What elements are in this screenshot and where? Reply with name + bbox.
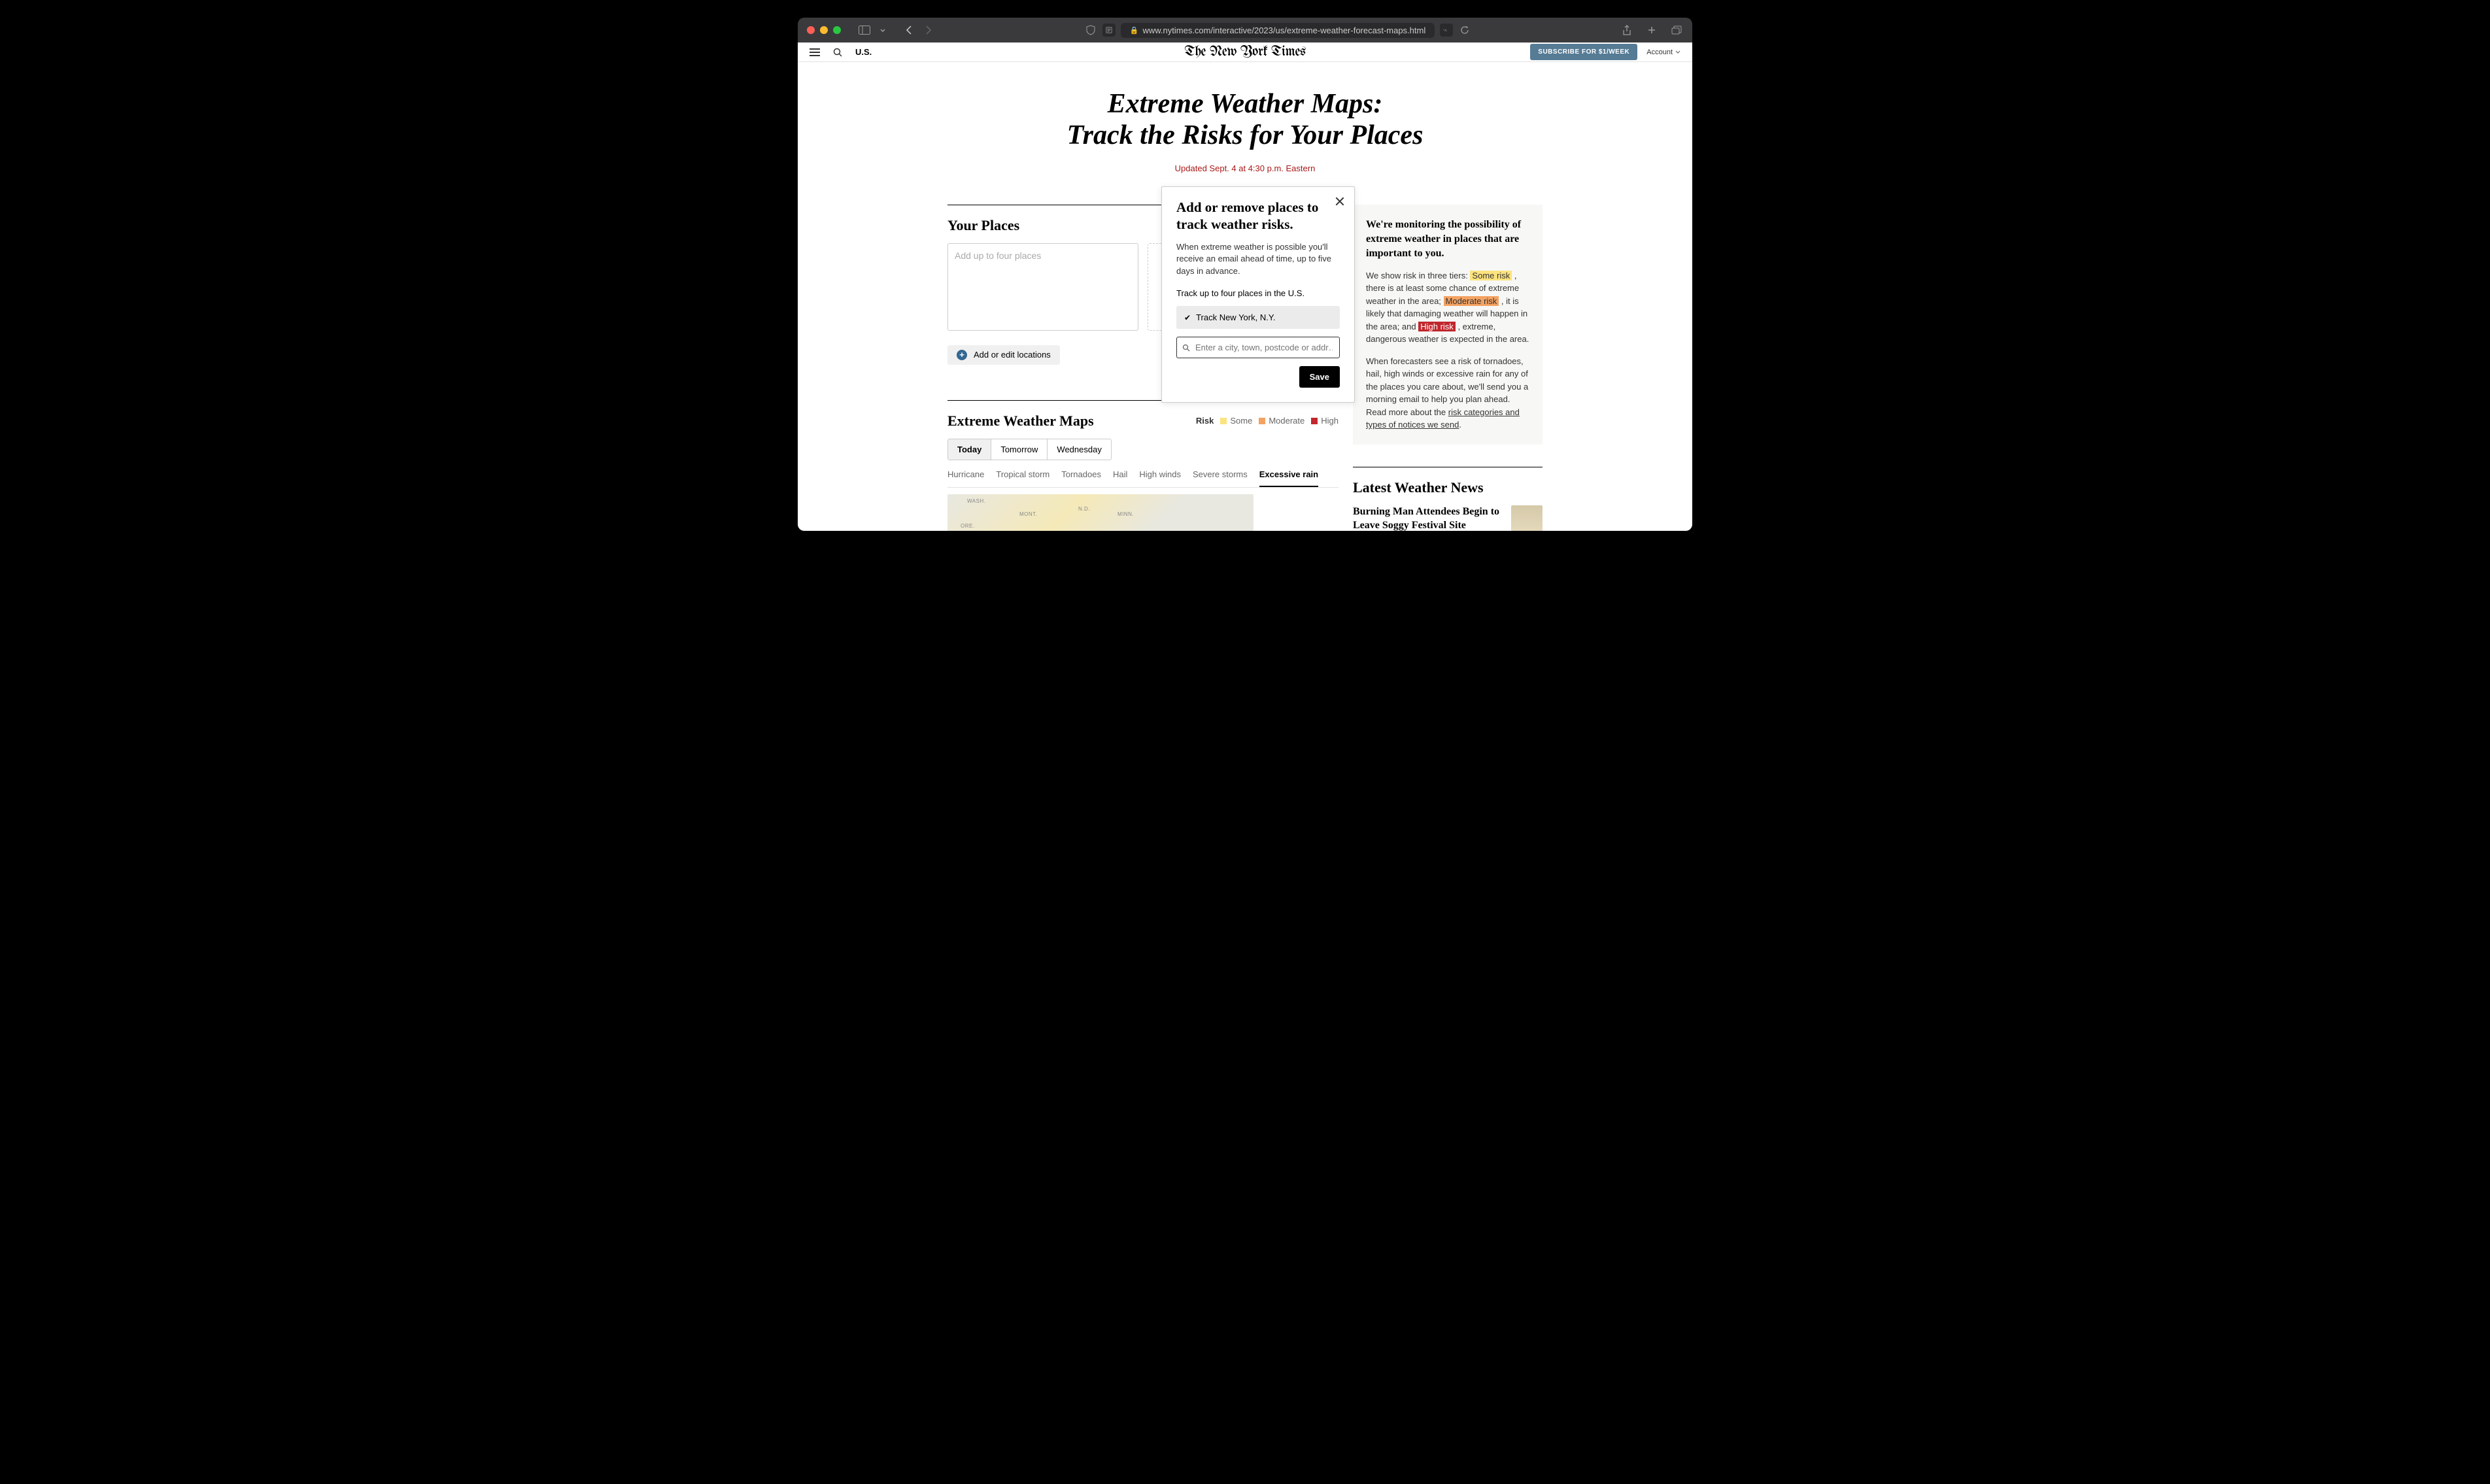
checkmark-icon: ✔	[1184, 313, 1191, 322]
info-title: We're monitoring the possibility of extr…	[1366, 218, 1529, 261]
window-minimize-button[interactable]	[820, 26, 828, 34]
lock-icon: 🔒	[1130, 26, 1139, 35]
day-tab-tomorrow[interactable]: Tomorrow	[991, 439, 1048, 460]
reload-icon[interactable]	[1458, 24, 1471, 37]
risk-legend: Risk Some Moderate High	[1196, 416, 1339, 426]
article-headline: Extreme Weather Maps: Track the Risks fo…	[798, 88, 1692, 152]
url-text: www.nytimes.com/interactive/2023/us/extr…	[1142, 25, 1425, 35]
svg-text:ᴬA: ᴬA	[1443, 29, 1447, 33]
risk-badge-moderate: Moderate risk	[1444, 296, 1499, 306]
site-header: U.S. The New York Times SUBSCRIBE FOR $1…	[798, 42, 1692, 62]
add-places-modal: Add or remove places to track weather ri…	[1161, 186, 1355, 403]
maps-title: Extreme Weather Maps	[947, 413, 1094, 430]
news-title: Latest Weather News	[1353, 479, 1543, 496]
article-timestamp: Updated Sept. 4 at 4:30 p.m. Eastern	[798, 163, 1692, 173]
search-icon[interactable]	[833, 48, 842, 57]
browser-toolbar: 🔒 www.nytimes.com/interactive/2023/us/ex…	[798, 18, 1692, 42]
city-input[interactable]	[1176, 337, 1340, 358]
add-locations-button[interactable]: + Add or edit locations	[947, 345, 1060, 365]
day-tab-today[interactable]: Today	[947, 439, 991, 460]
back-button[interactable]	[902, 24, 915, 37]
chevron-down-icon	[1675, 50, 1680, 54]
subscribe-button[interactable]: SUBSCRIBE FOR $1/WEEK	[1530, 44, 1637, 60]
info-text: We show risk in three tiers: Some risk ,…	[1366, 269, 1529, 431]
window-maximize-button[interactable]	[833, 26, 841, 34]
search-icon	[1182, 344, 1190, 352]
shield-icon[interactable]	[1084, 24, 1097, 37]
modal-subtitle: Track up to four places in the U.S.	[1176, 288, 1340, 298]
risk-badge-some: Some risk	[1470, 271, 1512, 280]
hazard-tab[interactable]: Severe storms	[1193, 469, 1248, 487]
tabs-icon[interactable]	[1670, 24, 1683, 37]
news-thumbnail	[1511, 505, 1543, 531]
day-tab-wednesday[interactable]: Wednesday	[1047, 439, 1111, 460]
url-bar[interactable]: 🔒 www.nytimes.com/interactive/2023/us/ex…	[1121, 23, 1435, 38]
plus-icon: +	[957, 350, 967, 360]
tracked-place-row[interactable]: ✔ Track New York, N.Y.	[1176, 306, 1340, 329]
hazard-tab[interactable]: Tropical storm	[996, 469, 1049, 487]
share-icon[interactable]	[1620, 24, 1633, 37]
hazard-tab[interactable]: Tornadoes	[1061, 469, 1101, 487]
menu-icon[interactable]	[810, 48, 820, 56]
chevron-down-icon[interactable]	[876, 24, 889, 37]
modal-description: When extreme weather is possible you'll …	[1176, 241, 1340, 278]
hazard-tab[interactable]: Hurricane	[947, 469, 984, 487]
nyt-logo[interactable]: The New York Times	[1184, 44, 1305, 59]
place-slot[interactable]: Add up to four places	[947, 243, 1138, 331]
hazard-tab[interactable]: High winds	[1139, 469, 1181, 487]
reader-icon[interactable]	[1102, 24, 1116, 37]
section-label[interactable]: U.S.	[855, 47, 872, 57]
news-headline: Burning Man Attendees Begin to Leave Sog…	[1353, 505, 1502, 531]
new-tab-icon[interactable]	[1645, 24, 1658, 37]
hazard-tab[interactable]: Excessive rain	[1259, 469, 1318, 487]
info-box: We're monitoring the possibility of extr…	[1353, 205, 1543, 445]
modal-title: Add or remove places to track weather ri…	[1176, 199, 1340, 233]
hazard-tab[interactable]: Hail	[1113, 469, 1127, 487]
account-link[interactable]: Account	[1646, 48, 1680, 56]
news-item[interactable]: Burning Man Attendees Begin to Leave Sog…	[1353, 505, 1543, 531]
translate-icon[interactable]: ᴬA	[1440, 24, 1453, 37]
forward-button[interactable]	[922, 24, 935, 37]
save-button[interactable]: Save	[1299, 366, 1340, 388]
close-icon[interactable]	[1335, 196, 1345, 207]
risk-badge-high: High risk	[1418, 322, 1456, 331]
window-close-button[interactable]	[807, 26, 815, 34]
weather-map[interactable]: WASH. MONT. N.D. MINN. ORE.	[947, 494, 1254, 531]
hazard-tabs: Hurricane Tropical storm Tornadoes Hail …	[947, 469, 1339, 488]
sidebar-toggle-icon[interactable]	[858, 24, 871, 37]
day-tabs: Today Tomorrow Wednesday	[947, 439, 1339, 460]
